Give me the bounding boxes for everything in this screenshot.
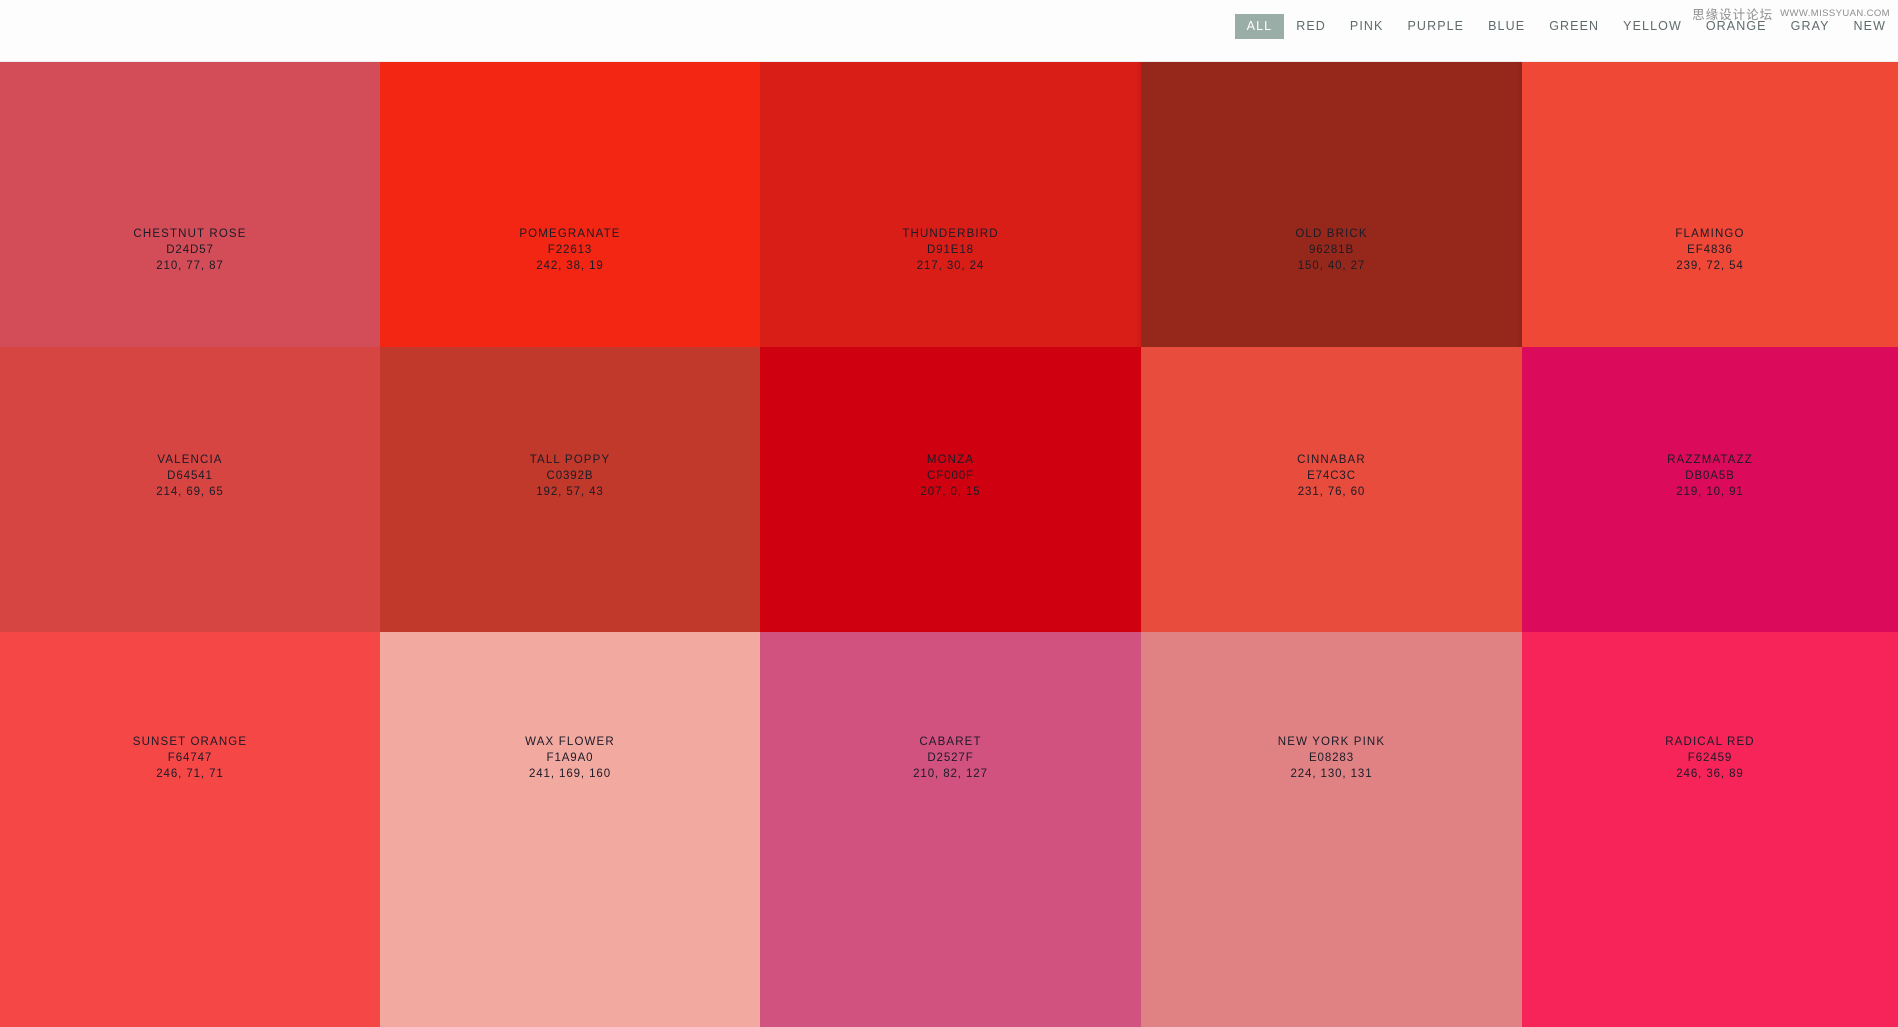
swatch-hex-value: D91E18: [927, 243, 974, 256]
color-swatch[interactable]: FLAMINGO EF4836 239, 72, 54: [1522, 62, 1898, 347]
swatch-rgb-value: 241, 169, 160: [528, 767, 612, 780]
swatch-color-name: MONZA: [926, 454, 975, 466]
color-swatch[interactable]: NEW YORK PINK E08283 224, 130, 131: [1141, 632, 1522, 1027]
nav-filter-gray[interactable]: GRAY: [1779, 14, 1842, 39]
swatch-rgb-value: 246, 71, 71: [156, 767, 224, 780]
swatch-rgb-value: 224, 130, 131: [1290, 767, 1373, 780]
swatch-hex-value: 96281B: [1308, 243, 1355, 256]
swatch-hex-value: F62459: [1687, 751, 1733, 764]
swatch-label: NEW YORK PINK E08283 224, 130, 131: [1141, 735, 1522, 782]
nav-filter-blue[interactable]: BLUE: [1476, 14, 1537, 39]
color-swatch[interactable]: THUNDERBIRD D91E18 217, 30, 24: [760, 62, 1141, 347]
nav-filter-green[interactable]: GREEN: [1537, 14, 1611, 39]
nav-filter-all[interactable]: ALL: [1234, 14, 1285, 39]
swatch-color-name: RAZZMATAZZ: [1667, 454, 1753, 466]
color-swatch[interactable]: OLD BRICK 96281B 150, 40, 27: [1141, 62, 1522, 347]
swatch-rgb-value: 210, 77, 87: [156, 259, 224, 272]
swatch-hex-value: E74C3C: [1307, 469, 1356, 482]
swatch-color-name: CHESTNUT ROSE: [133, 228, 247, 240]
swatch-hex-value: D24D57: [166, 243, 214, 256]
color-swatch[interactable]: MONZA CF000F 207, 0, 15: [760, 347, 1141, 632]
swatch-row: CHESTNUT ROSE D24D57 210, 77, 87 POMEGRANAT…: [0, 62, 1898, 347]
swatch-rgb-value: 246, 36, 89: [1676, 767, 1744, 780]
swatch-row: VALENCIA D64541 214, 69, 65 TALL POPPY C0392…: [0, 347, 1898, 632]
swatch-color-name: CABARET: [919, 736, 982, 748]
swatch-label: CABARET D2527F 210, 82, 127: [760, 735, 1141, 782]
color-swatch[interactable]: WAX FLOWER F1A9A0 241, 169, 160: [380, 632, 760, 1027]
nav-filter-red[interactable]: RED: [1284, 14, 1338, 39]
color-filter-nav: ALL RED PINK PURPLE BLUE GREEN YELLOW ORANGE GRA…: [1234, 14, 1898, 39]
swatch-label: CHESTNUT ROSE D24D57 210, 77, 87: [0, 227, 380, 274]
nav-filter-pink[interactable]: PINK: [1338, 14, 1396, 39]
swatch-label: RAZZMATAZZ DB0A5B 219, 10, 91: [1522, 453, 1898, 500]
swatch-color-name: FLAMINGO: [1675, 228, 1745, 240]
swatch-rgb-value: 231, 76, 60: [1297, 485, 1366, 498]
color-swatch[interactable]: CHESTNUT ROSE D24D57 210, 77, 87: [0, 62, 380, 347]
swatch-hex-value: E08283: [1308, 751, 1355, 764]
swatch-color-name: VALENCIA: [157, 454, 223, 466]
swatch-color-name: OLD BRICK: [1295, 228, 1368, 240]
swatch-hex-value: F1A9A0: [546, 751, 594, 764]
swatch-hex-value: CF000F: [927, 469, 974, 482]
color-swatch[interactable]: SUNSET ORANGE F64747 246, 71, 71: [0, 632, 380, 1027]
color-swatch[interactable]: TALL POPPY C0392B 192, 57, 43: [380, 347, 760, 632]
color-swatch[interactable]: VALENCIA D64541 214, 69, 65: [0, 347, 380, 632]
swatch-color-name: NEW YORK PINK: [1277, 736, 1386, 748]
swatch-label: SUNSET ORANGE F64747 246, 71, 71: [0, 735, 380, 782]
swatch-color-name: RADICAL RED: [1665, 736, 1755, 748]
swatch-hex-value: F22613: [547, 243, 593, 256]
swatch-rgb-value: 217, 30, 24: [916, 259, 985, 272]
swatch-color-name: POMEGRANATE: [519, 228, 621, 240]
swatch-rgb-value: 239, 72, 54: [1676, 259, 1744, 272]
color-swatch-grid: CHESTNUT ROSE D24D57 210, 77, 87 POMEGRANAT…: [0, 62, 1898, 1027]
swatch-rgb-value: 219, 10, 91: [1676, 485, 1744, 498]
swatch-label: CINNABAR E74C3C 231, 76, 60: [1141, 453, 1522, 500]
swatch-hex-value: D64541: [167, 469, 213, 482]
color-swatch[interactable]: CABARET D2527F 210, 82, 127: [760, 632, 1141, 1027]
swatch-rgb-value: 192, 57, 43: [536, 485, 604, 498]
swatch-color-name: CINNABAR: [1297, 454, 1366, 466]
swatch-hex-value: DB0A5B: [1685, 469, 1735, 482]
swatch-rgb-value: 150, 40, 27: [1297, 259, 1366, 272]
color-swatch[interactable]: RADICAL RED F62459 246, 36, 89: [1522, 632, 1898, 1027]
swatch-label: VALENCIA D64541 214, 69, 65: [0, 453, 380, 500]
swatch-rgb-value: 210, 82, 127: [913, 767, 988, 780]
top-header: 思缘设计论坛 WWW.MISSYUAN.COM ALL RED PINK PURPLE…: [0, 0, 1898, 62]
swatch-color-name: TALL POPPY: [529, 454, 611, 466]
swatch-rgb-value: 242, 38, 19: [536, 259, 604, 272]
swatch-hex-value: EF4836: [1687, 243, 1733, 256]
swatch-label: OLD BRICK 96281B 150, 40, 27: [1141, 227, 1522, 274]
swatch-color-name: SUNSET ORANGE: [132, 736, 248, 748]
swatch-label: POMEGRANATE F22613 242, 38, 19: [380, 227, 760, 274]
color-swatch[interactable]: CINNABAR E74C3C 231, 76, 60: [1141, 347, 1522, 632]
swatch-label: FLAMINGO EF4836 239, 72, 54: [1522, 227, 1898, 274]
swatch-color-name: THUNDERBIRD: [902, 228, 999, 240]
swatch-label: MONZA CF000F 207, 0, 15: [760, 453, 1141, 500]
color-swatch[interactable]: RAZZMATAZZ DB0A5B 219, 10, 91: [1522, 347, 1898, 632]
swatch-hex-value: D2527F: [927, 751, 974, 764]
nav-filter-new[interactable]: NEW: [1842, 14, 1898, 39]
swatch-rgb-value: 214, 69, 65: [156, 485, 224, 498]
swatch-row: SUNSET ORANGE F64747 246, 71, 71 WAX FLOWER…: [0, 632, 1898, 1027]
nav-filter-purple[interactable]: PURPLE: [1396, 14, 1477, 39]
swatch-label: RADICAL RED F62459 246, 36, 89: [1522, 735, 1898, 782]
swatch-color-name: WAX FLOWER: [525, 736, 615, 748]
swatch-rgb-value: 207, 0, 15: [920, 485, 981, 498]
swatch-label: THUNDERBIRD D91E18 217, 30, 24: [760, 227, 1141, 274]
swatch-label: WAX FLOWER F1A9A0 241, 169, 160: [380, 735, 760, 782]
nav-filter-orange[interactable]: ORANGE: [1694, 14, 1779, 39]
nav-filter-yellow[interactable]: YELLOW: [1611, 14, 1694, 39]
swatch-label: TALL POPPY C0392B 192, 57, 43: [380, 453, 760, 500]
color-swatch[interactable]: POMEGRANATE F22613 242, 38, 19: [380, 62, 760, 347]
swatch-hex-value: F64747: [167, 751, 213, 764]
swatch-hex-value: C0392B: [546, 469, 594, 482]
